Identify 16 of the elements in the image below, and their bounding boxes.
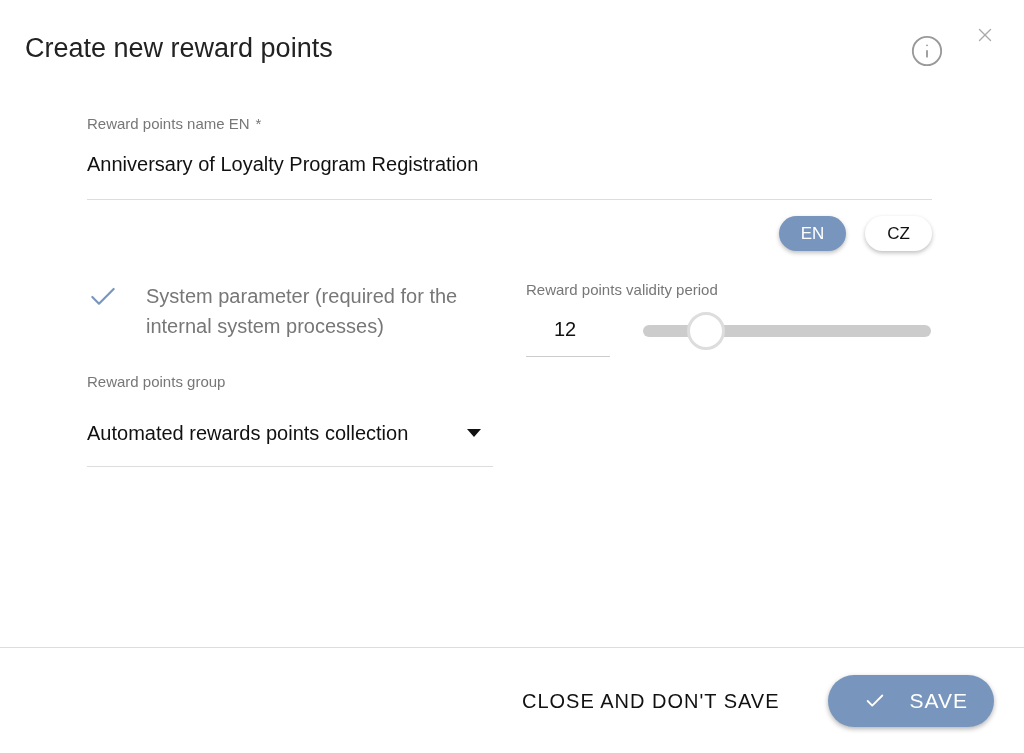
number-field[interactable]: 12 <box>526 314 610 357</box>
field-label: Reward points group <box>87 372 227 392</box>
required-mark: * <box>255 113 262 134</box>
field-value: Anniversary of Loyalty Program Registration <box>87 152 480 177</box>
name-field[interactable]: Reward points name EN * Anniversary of Loyalty Program Registration <box>87 112 932 200</box>
slider-thumb[interactable] <box>687 311 726 350</box>
field-label: Reward points validity period <box>526 280 719 300</box>
field-label: Reward points name EN <box>87 113 250 134</box>
group-field[interactable]: Reward points group Automated rewards points collection <box>87 371 493 467</box>
dialog-title: Create new reward points <box>25 32 334 65</box>
field-value: Automated rewards points collection <box>87 420 410 446</box>
dropdown-caret-icon <box>467 428 481 437</box>
info-icon[interactable] <box>910 34 944 68</box>
checkbox-label: System parameter (required for the internal system processes) <box>146 284 459 339</box>
close-without-saving-button[interactable]: CLOSE AND DON'T SAVE <box>521 685 780 716</box>
language-toggle[interactable]: CZ <box>865 216 932 251</box>
